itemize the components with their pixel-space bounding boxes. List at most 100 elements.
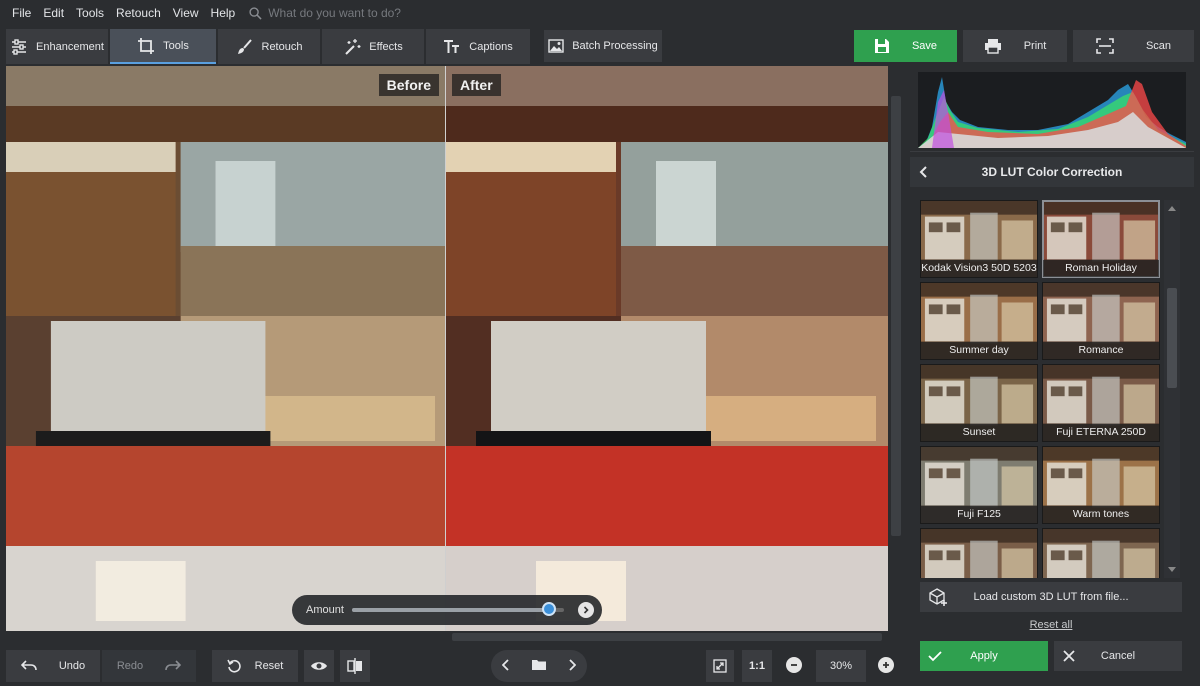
lut-preset-label: Warm tones — [1043, 506, 1159, 523]
viewer-vertical-scrollbar[interactable] — [888, 66, 904, 631]
chevron-left-icon — [919, 166, 927, 178]
open-folder-button[interactable] — [531, 658, 547, 674]
minus-icon — [791, 664, 797, 666]
lut-list-scrollbar[interactable] — [1164, 200, 1180, 578]
menu-retouch[interactable]: Retouch — [110, 0, 167, 26]
lut-preset-item[interactable]: Sunset — [920, 364, 1038, 442]
brush-icon — [237, 38, 252, 54]
scroll-up-icon[interactable] — [1168, 206, 1176, 211]
redo-label: Redo — [116, 660, 144, 672]
lut-grid: Kodak Vision3 50D 5203 Roman Holiday Summe… — [920, 200, 1160, 578]
next-image-button[interactable] — [568, 658, 577, 674]
zoom-level[interactable]: 30% — [816, 650, 866, 682]
tab-retouch[interactable]: Retouch — [218, 29, 320, 64]
image-viewer[interactable]: Before After Amount — [6, 66, 888, 631]
crop-icon — [138, 37, 155, 54]
main-toolbar: Enhancement Tools Retouch Effects Captio… — [0, 26, 1200, 66]
amount-fill — [352, 608, 550, 612]
lut-preset-label: Kodak Vision3 50D 5203 — [921, 260, 1037, 277]
search-icon — [249, 6, 262, 20]
menu-file[interactable]: File — [6, 0, 37, 26]
apply-label: Apply — [970, 650, 998, 662]
lut-preset-item[interactable]: Romance — [1042, 282, 1160, 360]
panel-title: 3D LUT Color Correction — [981, 165, 1123, 179]
lut-preset-label: Roman Holiday — [1043, 260, 1159, 277]
amount-slider-handle[interactable] — [542, 602, 557, 616]
reset-all-link[interactable]: Reset all — [1010, 619, 1092, 631]
chevron-right-icon — [569, 658, 577, 671]
lut-preset-label: Sunset — [921, 424, 1037, 441]
zoom-in-button[interactable] — [878, 657, 894, 673]
menu-tools[interactable]: Tools — [70, 0, 110, 26]
lut-preset-item[interactable]: Fuji ETERNA 250D — [1042, 364, 1160, 442]
close-icon — [1054, 650, 1084, 662]
back-button[interactable] — [910, 165, 938, 179]
after-image: After — [446, 66, 888, 631]
menu-help[interactable]: Help — [205, 0, 242, 26]
preview-toggle-button[interactable] — [304, 650, 334, 682]
compare-view-button[interactable] — [340, 650, 370, 682]
amount-slider[interactable] — [352, 602, 564, 616]
tab-captions[interactable]: Captions — [426, 29, 530, 64]
tab-effects[interactable]: Effects — [322, 29, 424, 64]
zoom-out-button[interactable] — [786, 657, 802, 673]
chevron-right-icon — [583, 606, 589, 614]
photo-before — [6, 66, 445, 631]
previous-image-button[interactable] — [501, 658, 510, 674]
tab-tools[interactable]: Tools — [110, 29, 216, 64]
menu-bar: File Edit Tools Retouch View Help — [0, 0, 1200, 26]
cancel-button[interactable]: Cancel — [1054, 641, 1182, 671]
lut-preset-item[interactable]: Warm tones — [1042, 446, 1160, 524]
lut-thumbnail — [921, 529, 1037, 578]
menu-view[interactable]: View — [167, 0, 205, 26]
tab-label: Tools — [163, 39, 189, 52]
apply-button[interactable]: Apply — [920, 641, 1048, 671]
undo-icon — [20, 660, 37, 671]
scroll-thumb[interactable] — [452, 633, 882, 641]
after-label: After — [452, 74, 501, 96]
lut-cube-add-icon — [920, 587, 956, 607]
command-search — [249, 6, 489, 20]
magic-wand-icon — [345, 38, 361, 55]
lut-preset-item[interactable]: Fuji F125 — [920, 446, 1038, 524]
scan-icon — [1096, 38, 1114, 54]
tab-label: Retouch — [261, 40, 303, 53]
lut-thumbnail — [1043, 529, 1159, 578]
save-button[interactable]: Save — [854, 30, 957, 62]
plus-icon — [883, 662, 889, 668]
undo-button[interactable]: Undo — [6, 650, 100, 682]
amount-control: Amount — [292, 595, 602, 625]
lut-preset-item[interactable] — [920, 528, 1038, 578]
lut-preset-item[interactable]: Roman Holiday — [1042, 200, 1160, 278]
tab-enhancement[interactable]: Enhancement — [6, 29, 108, 64]
print-button[interactable]: Print — [963, 30, 1067, 62]
panel-header: 3D LUT Color Correction — [910, 157, 1194, 187]
search-input[interactable] — [268, 6, 489, 20]
lut-preset-item[interactable]: Summer day — [920, 282, 1038, 360]
tab-label: Captions — [469, 40, 513, 53]
check-icon — [920, 650, 950, 662]
amount-label: Amount — [306, 604, 344, 616]
load-custom-lut-button[interactable]: Load custom 3D LUT from file... — [920, 582, 1182, 612]
scroll-down-icon[interactable] — [1168, 567, 1176, 572]
mode-tabs: Enhancement Tools Retouch Effects Captio… — [6, 29, 532, 64]
before-label: Before — [378, 74, 439, 96]
viewer-horizontal-scrollbar[interactable] — [6, 631, 888, 643]
fit-to-screen-button[interactable] — [706, 650, 734, 682]
redo-button[interactable]: Redo — [102, 650, 196, 682]
batch-processing-button[interactable]: Batch Processing — [544, 30, 662, 62]
scan-button[interactable]: Scan — [1073, 30, 1194, 62]
menu-edit[interactable]: Edit — [37, 0, 70, 26]
scroll-thumb[interactable] — [891, 96, 901, 536]
lut-preset-item[interactable]: Kodak Vision3 50D 5203 — [920, 200, 1038, 278]
fit-screen-icon — [713, 659, 727, 673]
undo-label: Undo — [58, 660, 86, 672]
amount-next-button[interactable] — [578, 602, 594, 618]
chevron-left-icon — [501, 658, 509, 671]
images-icon — [548, 39, 564, 53]
reset-button[interactable]: Reset — [212, 650, 298, 682]
actual-size-button[interactable]: 1:1 — [742, 650, 772, 682]
folder-icon — [531, 660, 546, 670]
scroll-thumb[interactable] — [1167, 288, 1177, 388]
lut-preset-item[interactable] — [1042, 528, 1160, 578]
